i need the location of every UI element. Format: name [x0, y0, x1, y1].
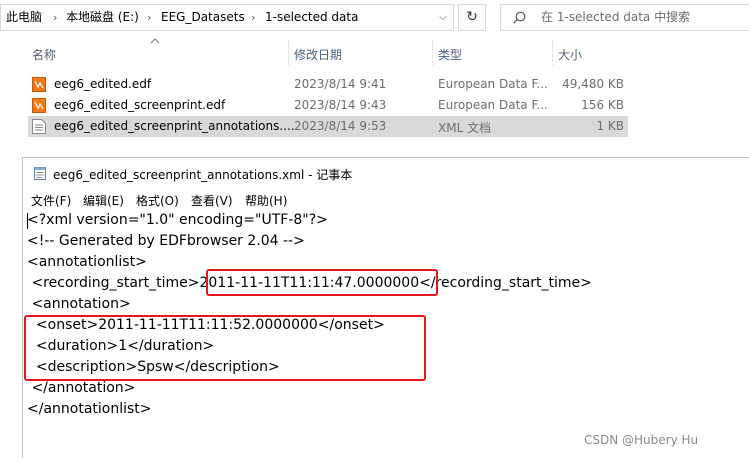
chevron-right-icon[interactable]: › — [251, 5, 255, 30]
column-divider[interactable] — [288, 40, 289, 66]
file-date: 2023/8/14 9:43 — [294, 98, 387, 112]
sort-ascending-icon[interactable] — [150, 37, 160, 45]
notepad-title: eeg6_edited_screenprint_annotations.xml … — [53, 168, 353, 182]
column-divider[interactable] — [552, 40, 553, 66]
file-type: XML 文档 — [438, 121, 492, 135]
menu-file[interactable]: 文件(F) — [31, 192, 71, 209]
search-box[interactable]: 在 1-selected data 中搜索 — [500, 4, 749, 31]
address-bar[interactable]: 此电脑 › 本地磁盘 (E:) › EEG_Datasets › 1-selec… — [0, 4, 454, 31]
menu-format[interactable]: 格式(O) — [136, 192, 179, 209]
breadcrumb-eeg-datasets[interactable]: EEG_Datasets — [161, 5, 245, 30]
file-row[interactable]: eeg6_edited.edf 2023/8/14 9:41 European … — [28, 74, 628, 95]
file-date: 2023/8/14 9:53 — [294, 119, 387, 133]
menu-help[interactable]: 帮助(H) — [245, 192, 287, 209]
column-header-date[interactable]: 修改日期 — [294, 46, 342, 63]
highlight-start-time-box — [206, 269, 438, 296]
search-placeholder: 在 1-selected data 中搜索 — [541, 10, 691, 24]
text-line: <annotationlist> — [27, 254, 147, 270]
refresh-button[interactable]: ↻ — [458, 4, 486, 31]
text-line: <?xml version="1.0" encoding="UTF-8"?> — [27, 212, 328, 228]
text-line: </annotation> — [27, 380, 136, 396]
column-header-name[interactable]: 名称 — [32, 46, 56, 63]
refresh-icon: ↻ — [466, 9, 478, 25]
notepad-title-bar[interactable]: eeg6_edited_screenprint_annotations.xml … — [23, 158, 749, 188]
text-line: <!-- Generated by EDFbrowser 2.04 --> — [27, 233, 305, 249]
text-line: </annotationlist> — [27, 401, 152, 417]
search-icon — [513, 11, 526, 24]
file-list-header: 名称 修改日期 类型 大小 — [0, 38, 749, 68]
notepad-window: eeg6_edited_screenprint_annotations.xml … — [22, 157, 749, 458]
file-size: 1 KB — [596, 119, 624, 133]
chevron-right-icon[interactable]: › — [147, 5, 151, 30]
menu-edit[interactable]: 编辑(E) — [83, 192, 124, 209]
file-size: 156 KB — [581, 98, 624, 112]
file-date: 2023/8/14 9:41 — [294, 77, 387, 91]
file-type: European Data F... — [438, 77, 548, 91]
breadcrumb-drive[interactable]: 本地磁盘 (E:) — [66, 5, 139, 30]
breadcrumb-selected-data[interactable]: 1-selected data — [265, 5, 358, 30]
chevron-down-icon[interactable]: ⌵ — [433, 5, 453, 30]
highlight-annotation-box — [24, 315, 426, 381]
file-row[interactable]: eeg6_edited_screenprint.edf 2023/8/14 9:… — [28, 95, 628, 116]
file-name: eeg6_edited_screenprint.edf — [54, 98, 226, 112]
file-name: eeg6_edited_screenprint_annotations.... — [54, 119, 295, 133]
edf-file-icon — [32, 98, 46, 113]
file-type: European Data F... — [438, 98, 548, 112]
column-header-type[interactable]: 类型 — [438, 46, 462, 63]
file-size: 49,480 KB — [562, 77, 624, 91]
watermark: CSDN @Hubery Hu — [584, 433, 699, 447]
column-divider[interactable] — [432, 40, 433, 66]
edf-file-icon — [32, 77, 46, 92]
column-header-size[interactable]: 大小 — [558, 46, 582, 63]
file-row-selected[interactable]: eeg6_edited_screenprint_annotations.... … — [28, 116, 628, 137]
file-name: eeg6_edited.edf — [54, 77, 152, 91]
xml-file-icon — [32, 119, 46, 134]
notepad-menu-bar: 文件(F) 编辑(E) 格式(O) 查看(V) 帮助(H) — [23, 190, 749, 210]
chevron-right-icon[interactable]: › — [53, 5, 57, 30]
notepad-icon — [34, 167, 46, 180]
address-row: 此电脑 › 本地磁盘 (E:) › EEG_Datasets › 1-selec… — [0, 0, 749, 36]
menu-view[interactable]: 查看(V) — [191, 192, 233, 209]
breadcrumb-this-pc[interactable]: 此电脑 — [6, 5, 42, 30]
text-line: <annotation> — [27, 296, 131, 312]
